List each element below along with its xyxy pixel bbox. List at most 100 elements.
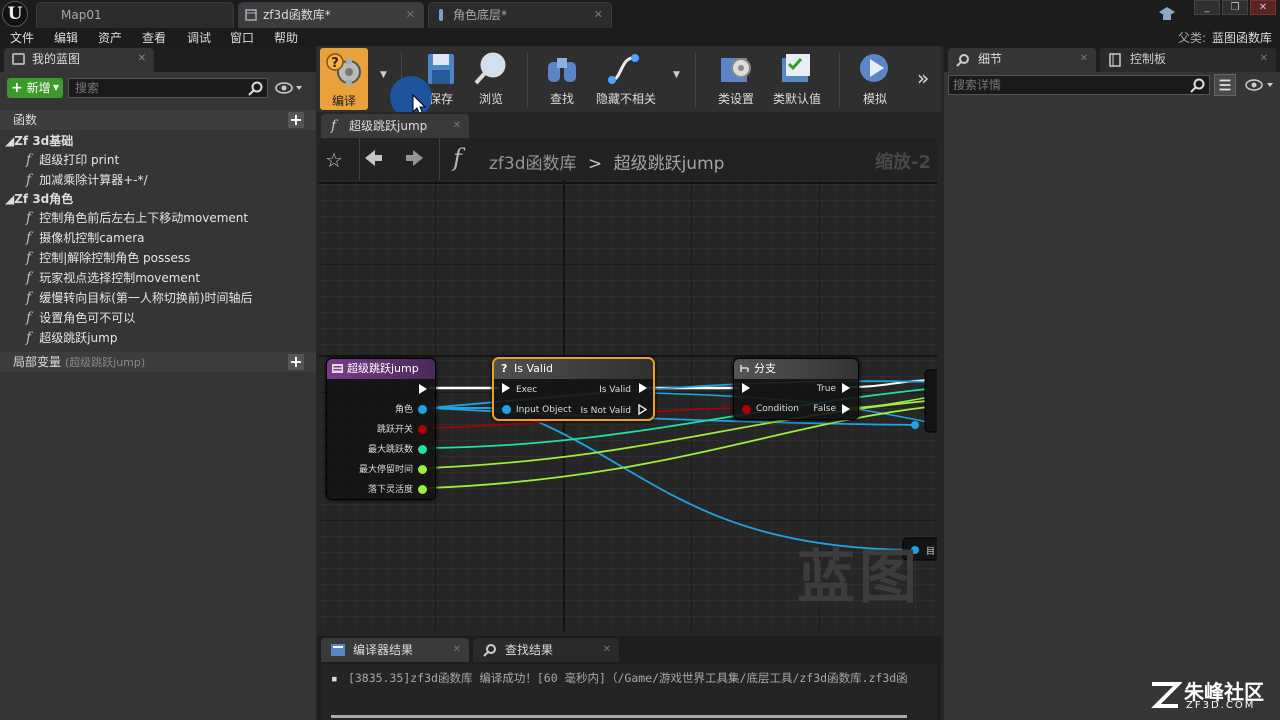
float-pin[interactable] (418, 485, 427, 494)
class-settings-button[interactable]: 类设置 (711, 50, 761, 108)
close-icon[interactable]: ✕ (1260, 48, 1268, 70)
function-item[interactable]: f 摄像机控制camera (26, 228, 145, 248)
exec-out-pin[interactable] (419, 384, 427, 394)
favorite-star-icon[interactable]: ☆ (325, 148, 343, 172)
object-pin[interactable] (502, 405, 511, 414)
view-options-eye-icon[interactable] (272, 78, 306, 98)
bool-pin[interactable] (742, 405, 751, 414)
class-defaults-button[interactable]: 类默认值 (767, 50, 827, 108)
add-local-variable-button[interactable]: + (288, 354, 304, 370)
menu-asset[interactable]: 资产 (98, 29, 122, 46)
function-item[interactable]: f 控制角色前后左右上下移动movement (26, 208, 248, 228)
menu-file[interactable]: 文件 (10, 29, 34, 46)
parent-class-link[interactable]: 蓝图函数库 (1212, 31, 1272, 45)
close-icon[interactable]: ✕ (1080, 48, 1088, 70)
function-item[interactable]: f 设置角色可不可以 (26, 308, 135, 328)
tab-super-jump-graph[interactable]: f 超级跳跃jump ✕ (321, 114, 469, 138)
close-icon[interactable]: ✕ (453, 114, 461, 138)
function-item[interactable]: f 控制|解除控制角色 possess (26, 248, 190, 268)
hide-options-chevron-icon[interactable]: ▼ (673, 70, 680, 80)
tab-compiler-results[interactable]: 编译器结果 ✕ (321, 638, 469, 662)
divider (439, 138, 440, 180)
function-item[interactable]: f 超级打印 print (26, 150, 119, 170)
tab-my-blueprint[interactable]: 我的蓝图 ✕ (4, 48, 154, 72)
back-arrow-icon[interactable] (363, 148, 383, 168)
view-options-eye-icon[interactable] (1240, 74, 1278, 96)
compile-options-chevron-icon[interactable]: ▼ (380, 70, 387, 80)
doc-tab-label: Map01 (61, 8, 102, 22)
zoom-level: 缩放-2 (875, 152, 931, 173)
close-icon[interactable]: ✕ (453, 638, 461, 662)
compile-button[interactable]: ? 编译 (320, 48, 368, 110)
branch-node[interactable]: 分支 Condition True False (733, 358, 859, 420)
find-button[interactable]: 查找 (537, 50, 587, 108)
tab-label: 细节 (978, 52, 1003, 66)
exec-out-pin-hollow[interactable] (638, 404, 648, 415)
close-icon[interactable]: ✕ (603, 638, 611, 662)
bool-pin[interactable] (418, 425, 427, 434)
menu-debug[interactable]: 调试 (187, 29, 211, 46)
simulate-button[interactable]: 模拟 (851, 50, 899, 108)
forward-arrow-icon[interactable] (405, 148, 425, 168)
function-item-selected[interactable]: f 超级跳跃jump (26, 328, 117, 348)
doc-tab-zf3d-library[interactable]: zf3d函数库* ✕ (238, 2, 424, 28)
exec-out-pin[interactable] (639, 383, 647, 393)
details-search-input[interactable]: 搜索详情 (948, 75, 1210, 95)
simulate-play-icon (860, 54, 888, 82)
doc-tab-map01[interactable]: Map01 (36, 2, 234, 28)
function-item[interactable]: f 玩家视点选择控制movement (26, 268, 200, 288)
category-header[interactable]: ◢Zf 3d角色 (5, 190, 73, 207)
doc-tab-character-base[interactable]: 角色底层* ✕ (428, 2, 612, 28)
menu-view[interactable]: 查看 (142, 29, 166, 46)
menu-window[interactable]: 窗口 (230, 29, 254, 46)
exec-out-pin[interactable] (842, 404, 850, 414)
exec-in-pin[interactable] (502, 383, 510, 393)
add-function-button[interactable]: + (288, 112, 304, 128)
float-pin[interactable] (418, 465, 427, 474)
exec-out-pin[interactable] (842, 383, 850, 393)
search-input[interactable]: 搜索 (68, 78, 268, 98)
list-view-toggle-icon[interactable] (1214, 74, 1236, 96)
maximize-button[interactable]: ❐ (1222, 0, 1248, 15)
local-variables-section-header[interactable]: 局部变量 (超级跳跃jump) + (0, 352, 316, 372)
browse-magnifier-icon (474, 52, 506, 85)
tab-palette[interactable]: 控制板 ✕ (1100, 48, 1276, 72)
close-window-button[interactable]: ✕ (1250, 0, 1276, 15)
int-pin[interactable] (418, 445, 427, 454)
browse-button[interactable]: 浏览 (467, 50, 515, 108)
add-new-button[interactable]: + 新增 ▼ (7, 78, 63, 98)
blueprint-icon (245, 9, 257, 21)
category-header[interactable]: ◢Zf 3d基础 (5, 132, 73, 149)
tab-find-results[interactable]: 查找结果 ✕ (473, 638, 619, 662)
function-icon: f (331, 118, 337, 134)
object-pin[interactable] (418, 405, 427, 414)
functions-section-header[interactable]: 函数 + (0, 110, 316, 130)
exec-in-pin[interactable] (742, 383, 750, 393)
partial-node-label: 目 (926, 546, 935, 557)
minimize-button[interactable]: _ (1194, 0, 1220, 15)
class-defaults-checklist-icon (782, 54, 810, 82)
tab-details[interactable]: 细节 ✕ (948, 48, 1096, 72)
toolbar-overflow-chevrons-icon[interactable]: » (917, 66, 929, 90)
menu-edit[interactable]: 编辑 (54, 29, 78, 46)
function-entry-node[interactable]: 超级跳跃jump 角色 跳跃开关 最大跳跃数 最大停留时间 落下灵活度 (326, 358, 436, 500)
horizontal-scrollbar[interactable] (331, 715, 907, 718)
tab-label: 我的蓝图 (32, 52, 81, 66)
hide-unrelated-button[interactable]: 隐藏不相关 (593, 50, 659, 108)
function-item[interactable]: f 缓慢转向目标(第一人称切换前)时间轴后 (26, 288, 253, 308)
site-watermark: 朱峰社区 ZF3D.COM (1148, 676, 1272, 716)
is-valid-node[interactable]: ? Is Valid Exec Input Object Is Valid Is… (492, 357, 655, 421)
close-icon[interactable]: ✕ (138, 48, 146, 70)
learn-cap-icon[interactable] (1158, 6, 1176, 22)
blueprint-graph-canvas[interactable]: 目 ☆ f zf3d函数库 > 超级跳跃jump 缩放-2 超级跳跃jump 角… (319, 138, 937, 632)
node-title: Is Valid (514, 362, 553, 375)
breadcrumb-root[interactable]: zf3d函数库 (489, 154, 577, 174)
add-new-label: 新增 (26, 81, 51, 95)
pin-false: False (813, 402, 836, 416)
close-icon[interactable]: ✕ (406, 3, 415, 27)
browse-label: 浏览 (478, 92, 503, 106)
close-icon[interactable]: ✕ (594, 3, 603, 27)
pin-jump-switch: 跳跃开关 (377, 423, 413, 437)
function-item[interactable]: f 加减乘除计算器+-*/ (26, 170, 148, 190)
menu-help[interactable]: 帮助 (274, 29, 298, 46)
